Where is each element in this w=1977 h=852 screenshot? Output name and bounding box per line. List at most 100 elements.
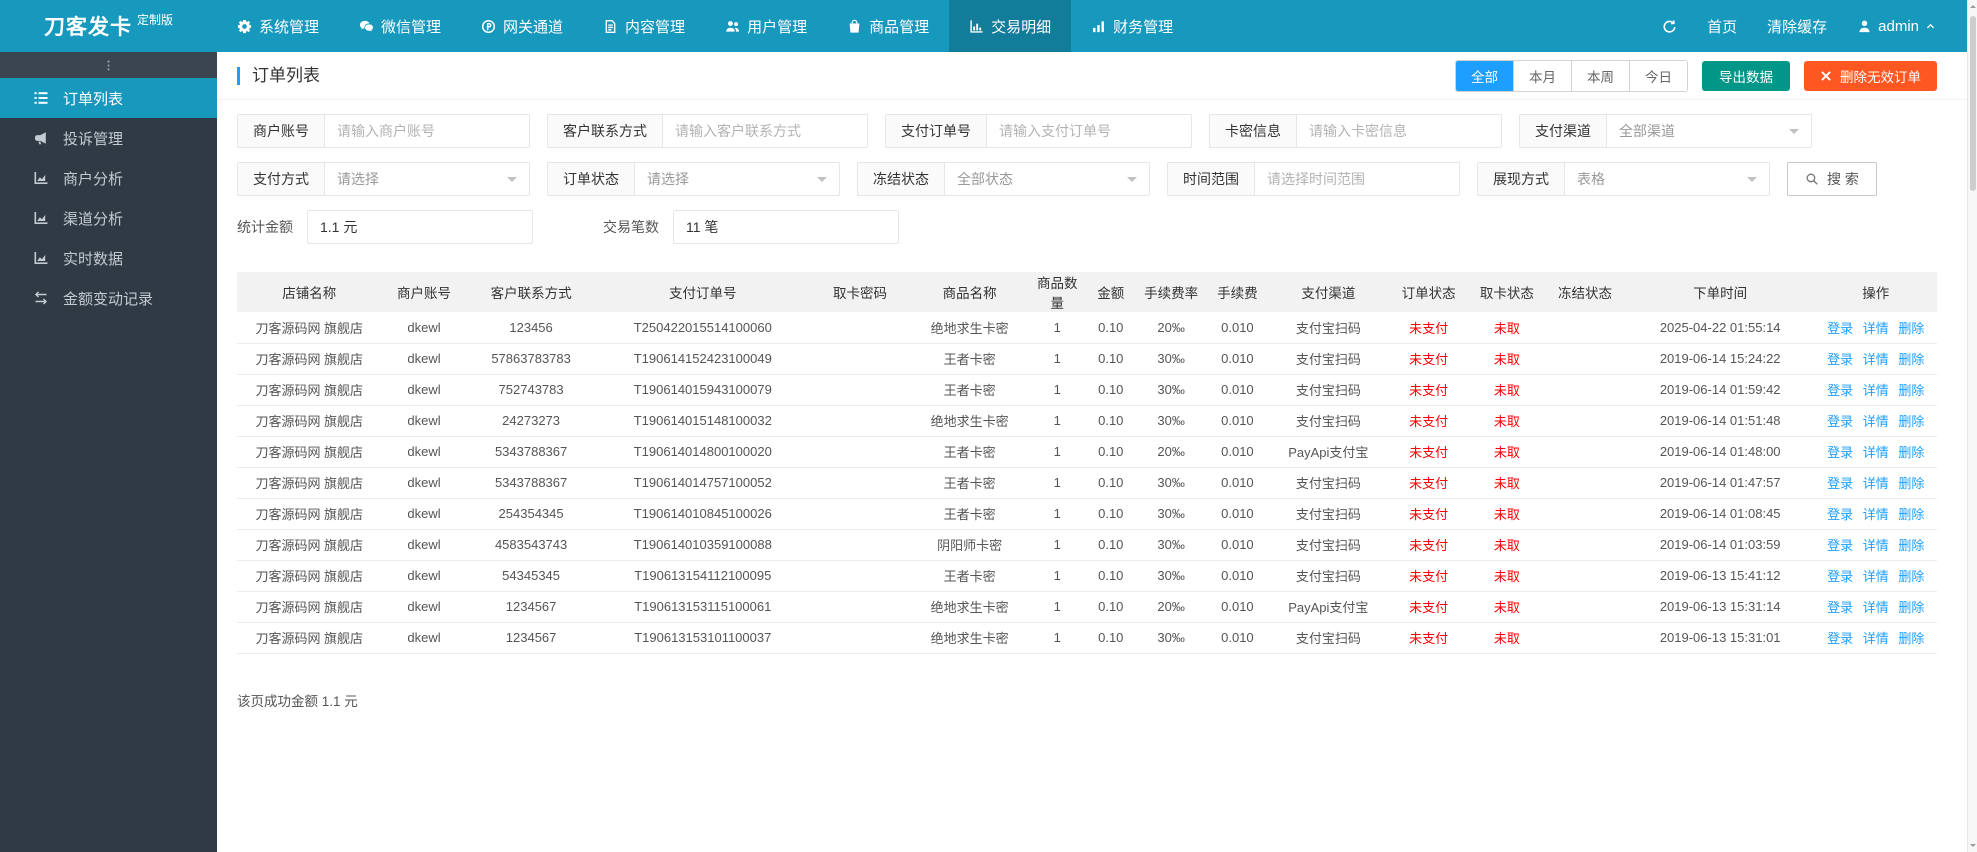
cell-product-name: 王者卡密 bbox=[910, 436, 1030, 468]
detail-link[interactable]: 详情 bbox=[1863, 445, 1889, 460]
sidebar-item[interactable]: 渠道分析 bbox=[0, 198, 217, 238]
filter-input[interactable] bbox=[986, 114, 1192, 148]
filter-group: 支付订单号 bbox=[885, 114, 1192, 148]
login-link[interactable]: 登录 bbox=[1827, 383, 1853, 398]
cell-quantity: 1 bbox=[1029, 374, 1086, 406]
filter-input[interactable] bbox=[1296, 114, 1502, 148]
nav-item[interactable]: 微信管理 bbox=[339, 0, 461, 52]
detail-link[interactable]: 详情 bbox=[1863, 507, 1889, 522]
nav-item[interactable]: 交易明细 bbox=[949, 0, 1072, 52]
stat-value-input[interactable] bbox=[307, 210, 533, 244]
filter-input[interactable] bbox=[324, 114, 530, 148]
stat-value-input[interactable] bbox=[673, 210, 899, 244]
user-menu[interactable]: admin bbox=[1842, 0, 1951, 52]
delete-link[interactable]: 删除 bbox=[1898, 631, 1924, 646]
nav-item[interactable]: 用户管理 bbox=[705, 0, 827, 52]
delete-link[interactable]: 删除 bbox=[1898, 414, 1924, 429]
cell-pay-channel: 支付宝扫码 bbox=[1268, 498, 1388, 530]
detail-link[interactable]: 详情 bbox=[1863, 383, 1889, 398]
login-link[interactable]: 登录 bbox=[1827, 600, 1853, 615]
detail-link[interactable]: 详情 bbox=[1863, 600, 1889, 615]
sidebar-item[interactable]: 订单列表 bbox=[0, 78, 217, 118]
delete-link[interactable]: 删除 bbox=[1898, 383, 1924, 398]
filter-select[interactable]: 请选择 bbox=[634, 162, 840, 196]
brand-logo[interactable]: 刀客发卡 定制版 bbox=[0, 0, 217, 52]
scroll-down-arrow-icon[interactable] bbox=[1970, 844, 1976, 847]
sidebar-item[interactable]: 投诉管理 bbox=[0, 118, 217, 158]
delete-link[interactable]: 删除 bbox=[1898, 321, 1924, 336]
delete-link[interactable]: 删除 bbox=[1898, 538, 1924, 553]
detail-link[interactable]: 详情 bbox=[1863, 476, 1889, 491]
nav-item[interactable]: 系统管理 bbox=[217, 0, 339, 52]
sidebar-collapse-toggle[interactable] bbox=[0, 52, 217, 78]
cell-fee-rate: 20‰ bbox=[1136, 312, 1206, 344]
detail-link[interactable]: 详情 bbox=[1863, 569, 1889, 584]
login-link[interactable]: 登录 bbox=[1827, 631, 1853, 646]
login-link[interactable]: 登录 bbox=[1827, 445, 1853, 460]
nav-item[interactable]: 商品管理 bbox=[827, 0, 949, 52]
delete-link[interactable]: 删除 bbox=[1898, 352, 1924, 367]
sidebar-item[interactable]: 金额变动记录 bbox=[0, 278, 217, 318]
search-button[interactable]: 搜 索 bbox=[1787, 162, 1877, 196]
nav-item[interactable]: 网关通道 bbox=[461, 0, 583, 52]
sidebar-item-label: 商户分析 bbox=[63, 170, 124, 188]
scrollbar-thumb[interactable] bbox=[1969, 16, 1976, 191]
cell-actions: 登录 详情 删除 bbox=[1814, 529, 1937, 561]
clear-cache-link[interactable]: 清除缓存 bbox=[1752, 0, 1842, 52]
delete-link[interactable]: 删除 bbox=[1898, 507, 1924, 522]
export-button[interactable]: 导出数据 bbox=[1702, 60, 1790, 91]
cell-freeze-status bbox=[1544, 343, 1626, 375]
delete-link[interactable]: 删除 bbox=[1898, 600, 1924, 615]
filter-select[interactable]: 请选择 bbox=[324, 162, 530, 196]
nav-item[interactable]: 内容管理 bbox=[583, 0, 705, 52]
cell-card-password bbox=[809, 343, 911, 375]
scroll-up-arrow-icon[interactable] bbox=[1970, 5, 1976, 8]
page-scrollbar[interactable] bbox=[1967, 0, 1977, 852]
range-filter-button[interactable]: 今日 bbox=[1629, 60, 1687, 91]
filter-select[interactable]: 全部渠道 bbox=[1606, 114, 1812, 148]
filter-input[interactable] bbox=[662, 114, 868, 148]
sidebar-item[interactable]: 实时数据 bbox=[0, 238, 217, 278]
filter-select[interactable]: 全部状态 bbox=[944, 162, 1150, 196]
login-link[interactable]: 登录 bbox=[1827, 414, 1853, 429]
cell-fee-rate: 20‰ bbox=[1136, 436, 1206, 468]
detail-link[interactable]: 详情 bbox=[1863, 538, 1889, 553]
login-link[interactable]: 登录 bbox=[1827, 507, 1853, 522]
filter-input[interactable] bbox=[1254, 162, 1460, 196]
cell-fee-rate: 30‰ bbox=[1136, 343, 1206, 375]
cell-amount: 0.10 bbox=[1085, 498, 1137, 530]
cell-created-time: 2019-06-13 15:31:01 bbox=[1625, 622, 1815, 654]
login-link[interactable]: 登录 bbox=[1827, 538, 1853, 553]
cell-created-time: 2019-06-14 01:08:45 bbox=[1625, 498, 1815, 530]
chevron-down-icon bbox=[1789, 129, 1799, 139]
detail-link[interactable]: 详情 bbox=[1863, 631, 1889, 646]
delete-link[interactable]: 删除 bbox=[1898, 569, 1924, 584]
detail-link[interactable]: 详情 bbox=[1863, 414, 1889, 429]
filter-select[interactable]: 表格 bbox=[1564, 162, 1770, 196]
cell-customer-contact: 123456 bbox=[466, 312, 596, 344]
refresh-button[interactable] bbox=[1647, 0, 1692, 52]
sidebar-item[interactable]: 商户分析 bbox=[0, 158, 217, 198]
nav-item[interactable]: 财务管理 bbox=[1071, 0, 1193, 52]
cell-freeze-status bbox=[1544, 374, 1626, 406]
filter-label: 卡密信息 bbox=[1209, 114, 1297, 148]
range-filter-button[interactable]: 全部 bbox=[1456, 60, 1513, 91]
range-filter-button[interactable]: 本月 bbox=[1513, 60, 1571, 91]
nav-item-label: 微信管理 bbox=[381, 18, 442, 36]
delete-invalid-orders-button[interactable]: 删除无效订单 bbox=[1804, 60, 1937, 91]
detail-link[interactable]: 详情 bbox=[1863, 321, 1889, 336]
cell-product-name: 绝地求生卡密 bbox=[910, 405, 1030, 437]
login-link[interactable]: 登录 bbox=[1827, 476, 1853, 491]
login-link[interactable]: 登录 bbox=[1827, 321, 1853, 336]
detail-link[interactable]: 详情 bbox=[1863, 352, 1889, 367]
login-link[interactable]: 登录 bbox=[1827, 352, 1853, 367]
login-link[interactable]: 登录 bbox=[1827, 569, 1853, 584]
delete-link[interactable]: 删除 bbox=[1898, 445, 1924, 460]
page-success-amount-note: 该页成功金额 1.1 元 bbox=[237, 693, 358, 709]
delete-link[interactable]: 删除 bbox=[1898, 476, 1924, 491]
home-link[interactable]: 首页 bbox=[1692, 0, 1752, 52]
cell-fee-rate: 20‰ bbox=[1136, 591, 1206, 623]
cell-merchant-account: dkewl bbox=[381, 622, 467, 654]
range-filter-button[interactable]: 本周 bbox=[1571, 60, 1629, 91]
filter-select-value: 全部渠道 bbox=[1619, 123, 1675, 139]
